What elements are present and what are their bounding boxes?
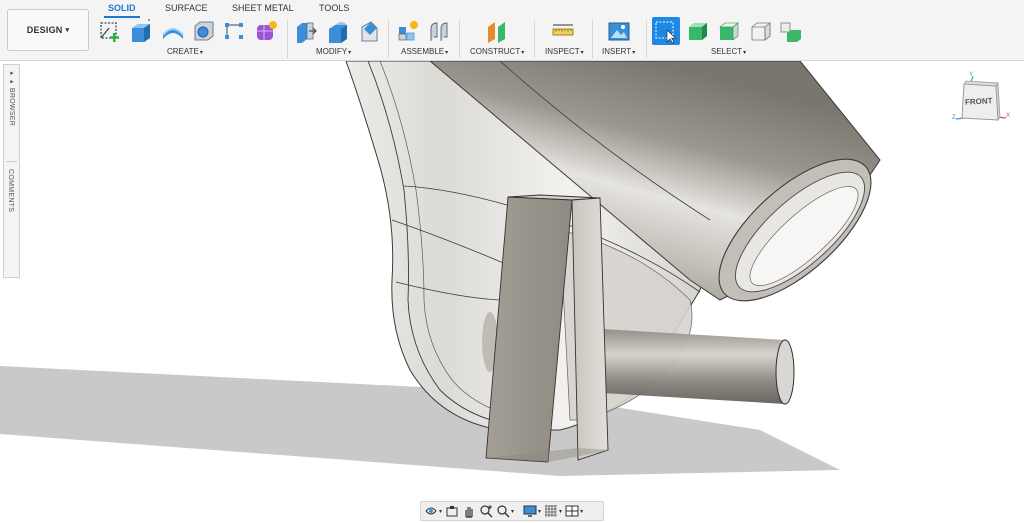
chamfer-icon[interactable] (356, 18, 382, 44)
create-sketch-icon[interactable] (97, 18, 123, 44)
assemble-menu[interactable]: ASSEMBLE▾ (401, 47, 448, 56)
box-icon-2[interactable] (748, 18, 774, 44)
rectangular-pattern-icon[interactable] (221, 18, 247, 44)
grid-icon (545, 505, 558, 517)
viewcube-front-face[interactable]: FRONT (965, 96, 993, 106)
toolbar-divider (592, 20, 593, 58)
chevron-down-icon: ▾ (439, 508, 443, 515)
chevron-down-icon: ▾ (348, 50, 352, 56)
press-pull-icon[interactable] (292, 18, 318, 44)
fit-icon (497, 505, 510, 518)
modify-menu[interactable]: MODIFY▾ (316, 47, 351, 56)
orbit-icon (425, 507, 437, 515)
chevron-down-icon: ▾ (511, 508, 515, 515)
chevron-down-icon: ▾ (538, 508, 542, 515)
insert-label: INSERT (602, 47, 632, 56)
workspace-switcher-button[interactable]: DESIGN ▾ (7, 9, 89, 51)
insert-canvas-icon[interactable] (606, 18, 632, 44)
axis-x-label: X (1006, 113, 1011, 119)
select-menu[interactable]: SELECT▾ (711, 47, 746, 56)
fusion-app-window: DESIGN ▾ SOLID SURFACE SHEET METAL TOOLS (0, 0, 1024, 523)
fit-button[interactable]: ▾ (496, 503, 514, 519)
toolbar-divider (459, 20, 460, 58)
box-icon-3[interactable] (778, 18, 804, 44)
model-render (0, 60, 881, 476)
chevron-down-icon: ▾ (580, 508, 584, 515)
display-settings-icon (523, 505, 537, 517)
hole-icon[interactable] (191, 18, 217, 44)
navigation-bar: ▾ ▾ ▾ ▾ ▾ (420, 501, 604, 521)
zoom-button[interactable] (479, 503, 493, 519)
chevron-down-icon: ▾ (743, 50, 747, 56)
chevron-down-icon: ▾ (65, 27, 70, 34)
chevron-down-icon: ▾ (445, 50, 449, 56)
comments-tab[interactable]: COMMENTS (7, 169, 14, 212)
select-icon[interactable] (652, 17, 680, 45)
toolbar-divider (646, 20, 647, 58)
tab-solid[interactable]: SOLID (104, 3, 139, 18)
window-select-icon[interactable] (685, 18, 711, 44)
canvas-viewport[interactable] (0, 60, 1024, 523)
assemble-label: ASSEMBLE (401, 47, 445, 56)
new-component-icon[interactable] (395, 18, 421, 44)
fillet-icon[interactable] (325, 18, 351, 44)
revolve-icon[interactable] (160, 18, 186, 44)
select-label: SELECT (711, 47, 743, 56)
display-settings-button[interactable]: ▾ (523, 503, 541, 519)
chevron-down-icon: ▾ (580, 50, 584, 56)
joint-icon[interactable] (426, 18, 452, 44)
chevron-down-icon: ▾ (521, 50, 525, 56)
viewcube[interactable]: FRONT Y X Z (952, 72, 1012, 130)
offset-plane-icon[interactable] (484, 18, 510, 44)
workspace-label: DESIGN (26, 25, 63, 35)
panel-divider (6, 161, 17, 162)
form-icon[interactable] (253, 18, 279, 44)
measure-icon[interactable] (550, 18, 576, 44)
tab-surface[interactable]: SURFACE (165, 3, 208, 16)
browser-panel-collapsed[interactable]: ▸▸ BROWSER COMMENTS (3, 64, 20, 278)
extrude-icon[interactable] (128, 18, 154, 44)
insert-menu[interactable]: INSERT▾ (602, 47, 635, 56)
pin-body (585, 328, 785, 404)
create-menu[interactable]: CREATE▾ (167, 47, 203, 56)
chevron-down-icon: ▾ (632, 50, 636, 56)
orbit-button[interactable]: ▾ (424, 503, 442, 519)
grid-button[interactable]: ▾ (544, 503, 562, 519)
toolbar-divider (287, 20, 288, 58)
toolbar-divider (534, 20, 535, 58)
pan-icon (465, 507, 473, 518)
zoom-icon (480, 505, 493, 518)
browser-tab[interactable]: ▸▸ BROWSER (7, 69, 15, 126)
inspect-menu[interactable]: INSPECT▾ (545, 47, 584, 56)
viewports-button[interactable]: ▾ (565, 503, 583, 519)
box-icon-1[interactable] (716, 18, 742, 44)
toolbar-divider (388, 20, 389, 58)
viewports-icon (565, 505, 579, 517)
inspect-label: INSPECT (545, 47, 580, 56)
axis-z-label: Z (952, 115, 956, 121)
tab-sheet-metal[interactable]: SHEET METAL (232, 3, 294, 16)
pan-button[interactable] (462, 503, 476, 519)
modify-label: MODIFY (316, 47, 348, 56)
chevron-down-icon: ▾ (199, 50, 203, 56)
construct-label: CONSTRUCT (470, 47, 521, 56)
create-label: CREATE (167, 47, 199, 56)
look-at-icon (446, 506, 458, 517)
look-at-button[interactable] (445, 503, 459, 519)
chevron-down-icon: ▾ (559, 508, 563, 515)
tab-tools[interactable]: TOOLS (319, 3, 349, 16)
toolbar: DESIGN ▾ SOLID SURFACE SHEET METAL TOOLS (0, 0, 1024, 61)
construct-menu[interactable]: CONSTRUCT▾ (470, 47, 524, 56)
axis-y-label: Y (969, 72, 974, 78)
